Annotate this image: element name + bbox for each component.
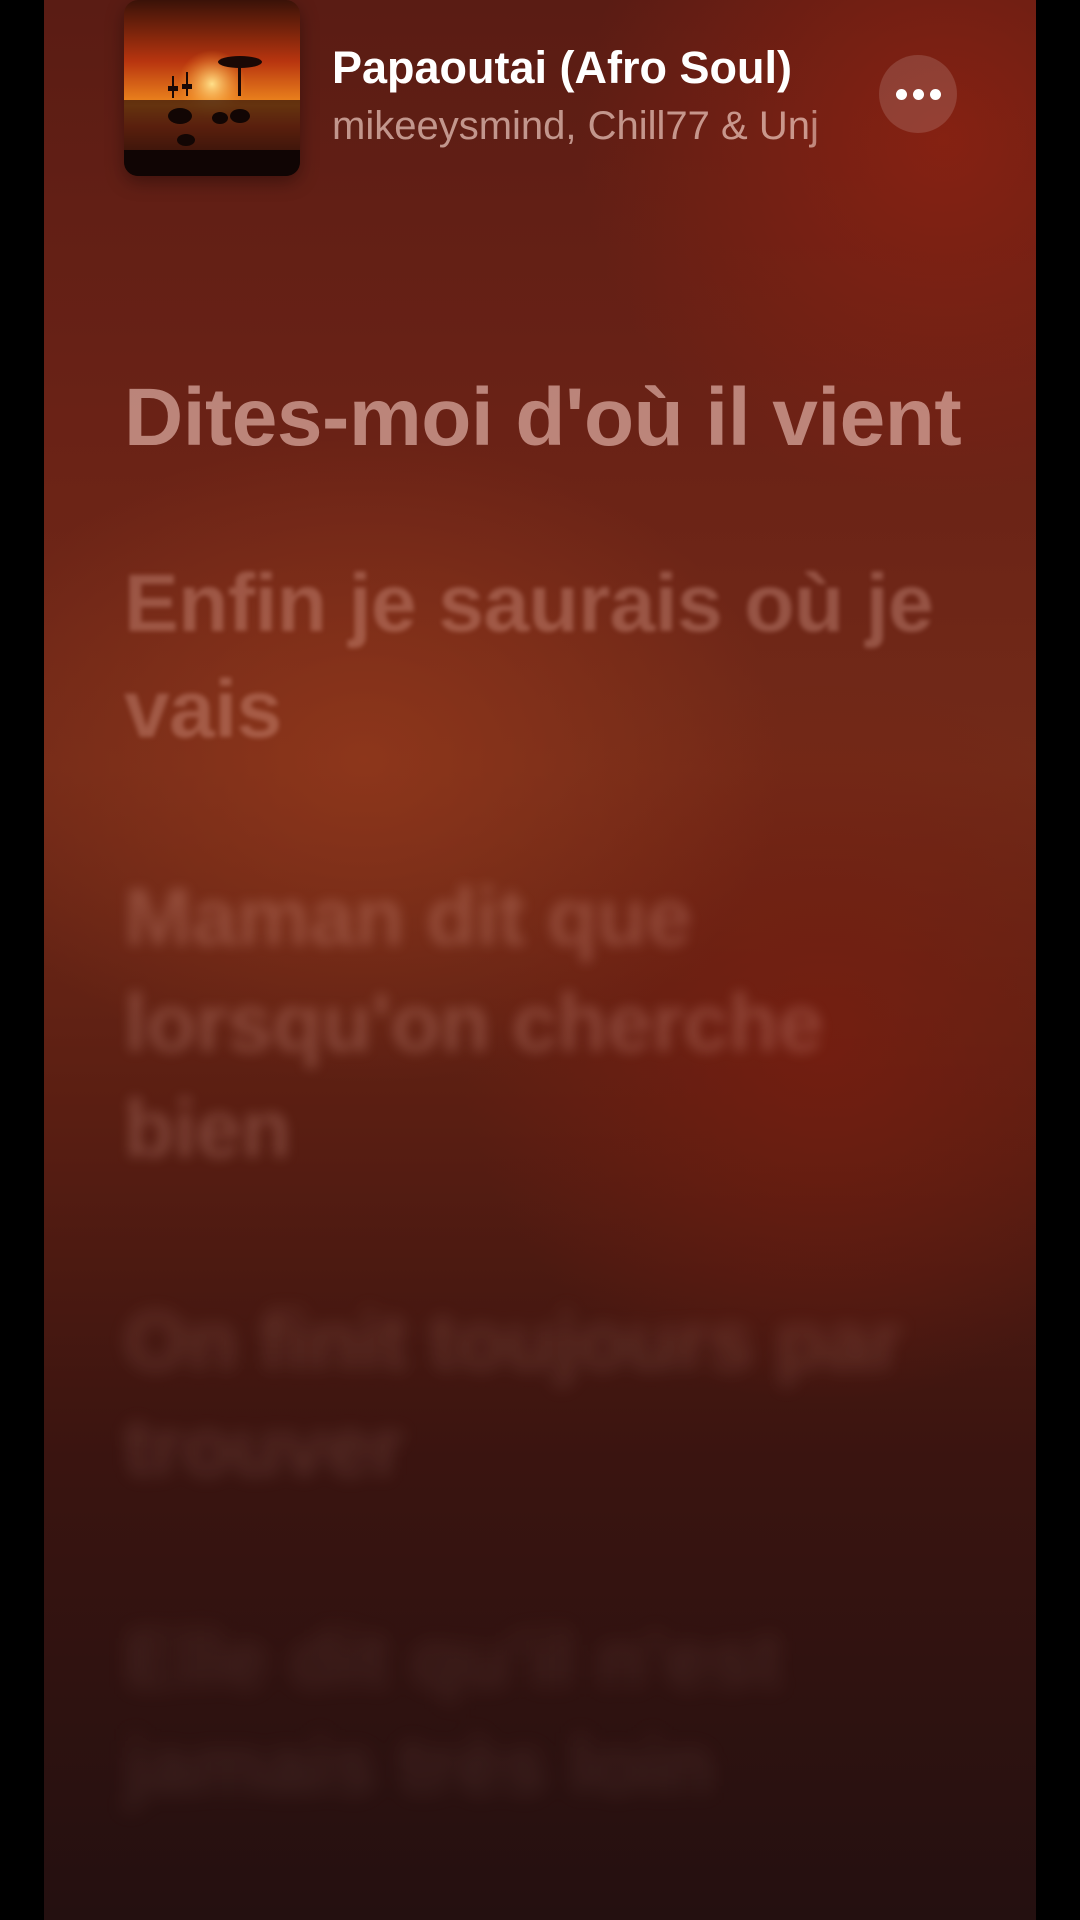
more-ellipsis-icon [912, 88, 924, 100]
lyrics-screen: Papaoutai (Afro Soul) mikeeysmind, Chill… [44, 0, 1036, 1920]
now-playing-header: Papaoutai (Afro Soul) mikeeysmind, Chill… [44, 0, 1036, 190]
more-ellipsis-icon [895, 88, 907, 100]
song-artist-container[interactable]: mikeeysmind, Chill77 & Unj [332, 98, 870, 154]
lyric-line[interactable]: On finit toujours par trouver [124, 1289, 984, 1501]
more-ellipsis-icon [929, 88, 941, 100]
lyric-line[interactable]: Enfin je saurais où je vais [124, 551, 984, 763]
lyric-line[interactable]: Maman dit que lorsqu'on cherche bien [124, 865, 984, 1183]
song-title[interactable]: Papaoutai (Afro Soul) [332, 42, 792, 94]
song-artist: mikeeysmind, Chill77 & Unj [332, 104, 819, 148]
album-artwork[interactable] [124, 0, 300, 176]
lyric-line-active[interactable]: Dites-moi d'où il vient [124, 365, 984, 471]
lyrics-list[interactable]: Dites-moi d'où il vient Enfin je saurais… [124, 365, 984, 1920]
savanna-sunset-artwork-icon [124, 0, 300, 176]
more-options-button[interactable] [879, 55, 957, 133]
lyric-line[interactable]: Elle dit qu'il n'est jamais très loin [124, 1607, 984, 1819]
